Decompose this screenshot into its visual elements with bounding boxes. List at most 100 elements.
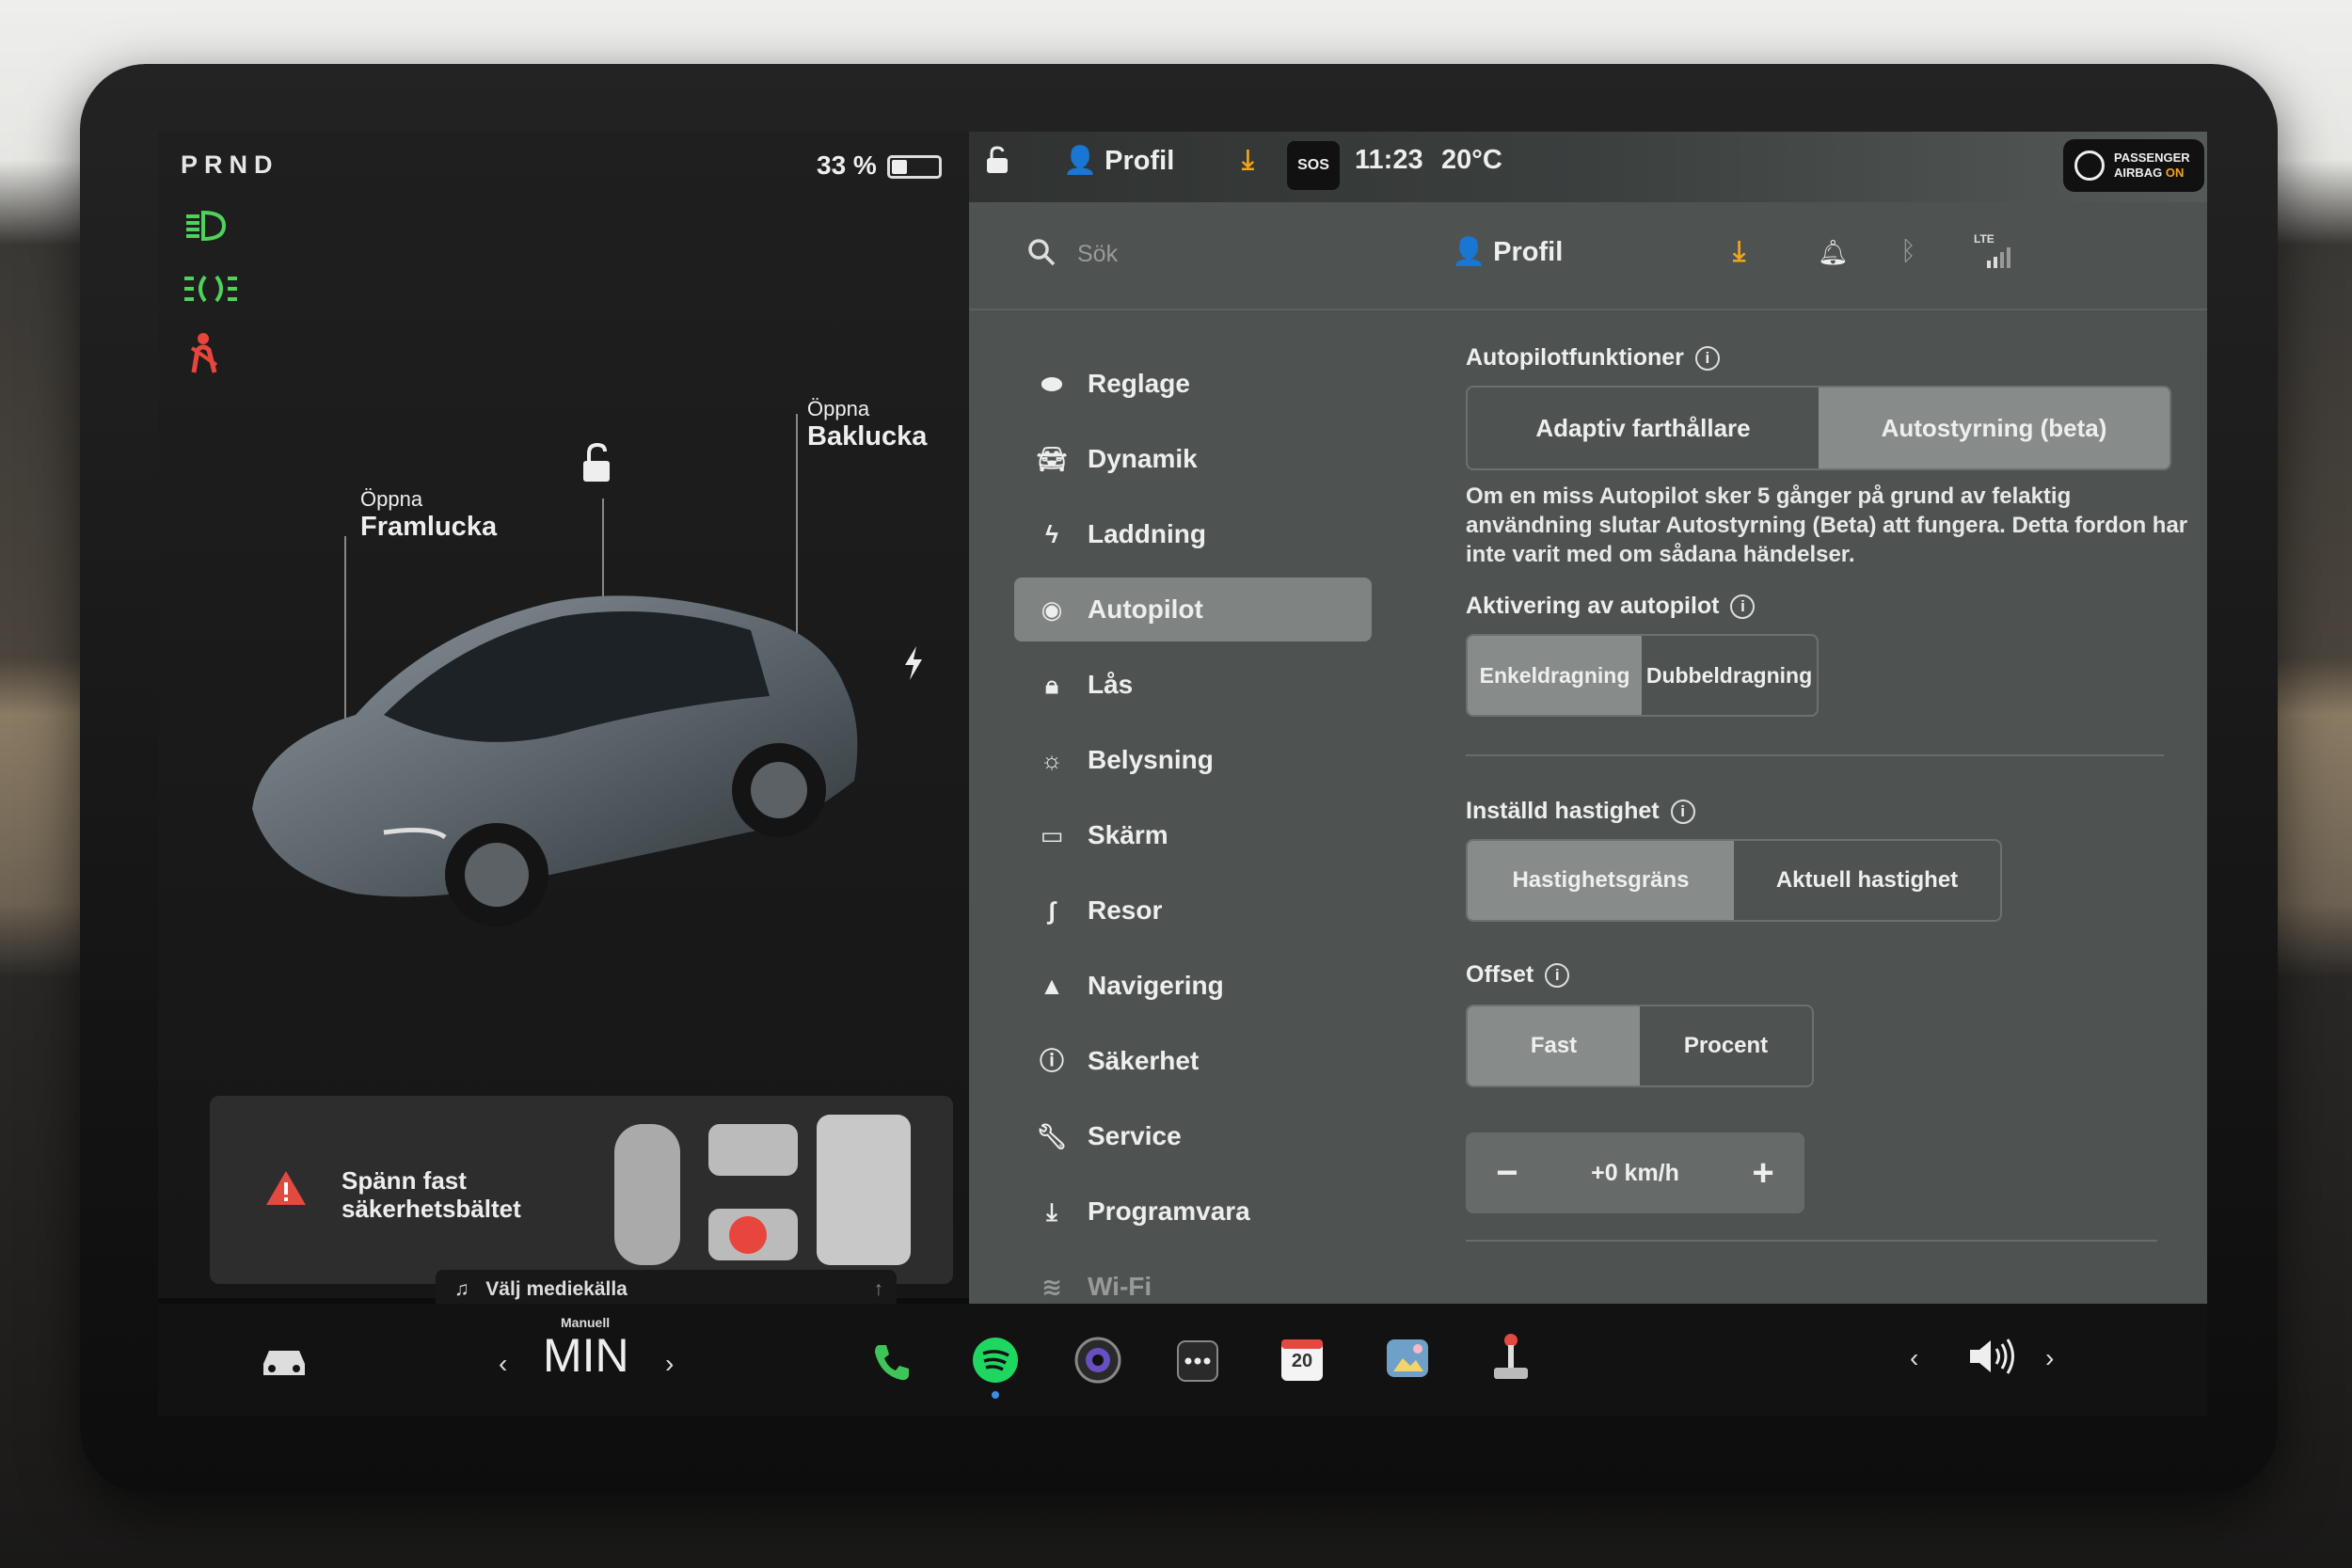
car-status-panel: PRND 33 % Öppna Framlucka Öppna Baklucka [158, 132, 969, 1309]
wrench-icon: 🔧︎ [1036, 1122, 1068, 1150]
option-fixed[interactable]: Fast [1468, 1006, 1640, 1085]
menu-item-reglage[interactable]: ⬬ Reglage [1014, 346, 1372, 421]
camera-icon[interactable] [1074, 1337, 1121, 1388]
info-icon[interactable]: i [1545, 963, 1570, 988]
phone-icon[interactable] [871, 1341, 913, 1387]
chevron-right-icon[interactable]: › [665, 1349, 674, 1379]
chevron-right-icon[interactable]: › [2045, 1343, 2054, 1373]
section-divider [1466, 1240, 2157, 1242]
download-icon: ⤓ [1046, 1197, 1057, 1226]
seatbelt-alert-card: Spänn fast säkerhetsbältet [210, 1096, 953, 1284]
offset-value: +0 km/h [1591, 1160, 1679, 1186]
software-download-icon[interactable]: ⤓ [1242, 145, 1254, 176]
menu-item-programvara[interactable]: ⤓ Programvara [1014, 1174, 1372, 1249]
option-autosteer[interactable]: Autostyrning (beta) [1819, 388, 2169, 468]
active-app-dot [992, 1391, 999, 1399]
option-double-pull[interactable]: Dubbeldragning [1642, 636, 1817, 715]
status-bar: 👤 Profil ⤓ SOS 11:23 20°C PASSENGER AIRB… [969, 132, 2207, 202]
outside-temperature: 20°C [1441, 145, 1502, 175]
sos-button[interactable]: SOS [1287, 141, 1340, 190]
menu-item-label: Wi-Fi [1088, 1272, 1152, 1301]
menu-item-label: Laddning [1088, 519, 1206, 548]
menu-item-label: Lås [1088, 670, 1134, 699]
display-icon: ▭ [1040, 821, 1064, 849]
info-icon[interactable]: i [1694, 346, 1720, 371]
seatbelt-warning-icon [183, 331, 224, 385]
menu-item-label: Säkerhet [1088, 1046, 1200, 1075]
menu-item-navigering[interactable]: ▲ Navigering [1014, 948, 1372, 1023]
profile-button[interactable]: 👤 Profil [1063, 145, 1174, 177]
increase-offset-button[interactable]: + [1735, 1132, 1791, 1213]
menu-item-sk-rm[interactable]: ▭ Skärm [1014, 798, 1372, 873]
offset-selector: Fast Procent [1466, 1005, 1814, 1087]
menu-item-label: Belysning [1088, 745, 1214, 774]
menu-item-laddning[interactable]: ϟ Laddning [1014, 497, 1372, 572]
joystick-icon[interactable] [1490, 1332, 1532, 1387]
airbag-icon [2074, 150, 2105, 181]
climate-temperature[interactable]: MIN [543, 1328, 629, 1383]
clock: 11:23 [1355, 145, 1423, 175]
search-icon[interactable] [1027, 238, 1056, 271]
seatbelt-alert-text: Spänn fast säkerhetsbältet [342, 1166, 521, 1223]
bluetooth-icon[interactable]: ᛒ [1900, 236, 1916, 266]
menu-item-l-s[interactable]: 🔒︎ Lås [1014, 647, 1372, 722]
volume-icon[interactable] [1966, 1336, 2017, 1382]
decrease-offset-button[interactable]: − [1479, 1132, 1535, 1213]
car-controls-icon[interactable] [258, 1343, 310, 1386]
menu-item-service[interactable]: 🔧︎ Service [1014, 1099, 1372, 1174]
option-single-pull[interactable]: Enkeldragning [1468, 636, 1642, 715]
taskbar: ‹ Manuell MIN › 20 ‹ › [158, 1304, 2207, 1417]
info-icon[interactable]: i [1670, 800, 1695, 824]
signal-icon [1985, 245, 2013, 273]
profile-menu-button[interactable]: 👤 Profil [1452, 236, 1563, 268]
unlock-icon[interactable] [578, 442, 615, 488]
toybox-icon[interactable] [1384, 1334, 1431, 1386]
safety-icon: ⓘ [1039, 1047, 1064, 1075]
menu-item-label: Skärm [1088, 820, 1168, 849]
calendar-day: 20 [1291, 1351, 1313, 1371]
settings-panel: 👤 Profil ⤓ SOS 11:23 20°C PASSENGER AIRB… [969, 132, 2207, 1307]
parking-lights-icon [183, 273, 239, 313]
trunk-open-button[interactable]: Öppna Baklucka [807, 397, 927, 452]
person-icon: 👤 [1063, 146, 1098, 176]
menu-item-resor[interactable]: ∫ Resor [1014, 873, 1372, 948]
option-adaptive-cruise[interactable]: Adaptiv farthållare [1468, 388, 1819, 468]
spotify-icon[interactable] [972, 1337, 1019, 1388]
chevron-left-icon[interactable]: ‹ [499, 1349, 507, 1379]
download-icon[interactable]: ⤓ [1733, 236, 1745, 268]
info-icon[interactable]: i [1730, 594, 1756, 619]
menu-item-dynamik[interactable]: 🚘︎ Dynamik [1014, 421, 1372, 497]
menu-item-label: Service [1088, 1121, 1182, 1150]
menu-item-label: Autopilot [1088, 594, 1203, 624]
option-current-speed[interactable]: Aktuell hastighet [1734, 841, 2000, 920]
music-note-icon: ♫ [454, 1278, 469, 1300]
lock-status-icon[interactable] [984, 145, 1012, 182]
touchscreen: PRND 33 % Öppna Framlucka Öppna Baklucka [158, 132, 2207, 1417]
option-percent[interactable]: Procent [1640, 1006, 1812, 1085]
person-icon: 👤 [1452, 237, 1486, 267]
gear-indicator: PRND [181, 150, 279, 179]
calendar-icon[interactable]: 20 [1279, 1336, 1325, 1387]
activation-title: Aktivering av autopilot i [1466, 593, 1756, 620]
menu-item-label: Dynamik [1088, 444, 1198, 473]
option-speed-limit[interactable]: Hastighetsgräns [1468, 841, 1734, 920]
menu-item-belysning[interactable]: ☼ Belysning [1014, 722, 1372, 798]
passenger-airbag-status: PASSENGER AIRBAG ON [2063, 139, 2204, 192]
menu-item-label: Resor [1088, 895, 1163, 925]
offset-stepper: − +0 km/h + [1466, 1132, 1804, 1213]
menu-item-autopilot[interactable]: ◉ Autopilot [1014, 578, 1372, 641]
trips-icon: ∫ [1048, 896, 1056, 925]
bell-icon[interactable]: 🔔︎ [1818, 238, 1849, 267]
sun-icon: ☼ [1041, 746, 1063, 774]
more-apps-icon[interactable] [1176, 1339, 1219, 1387]
car-model-image [252, 595, 858, 927]
seat-map-image [614, 1115, 911, 1265]
bolt-icon: ϟ [1045, 520, 1058, 548]
toggle-icon: ⬬ [1041, 370, 1063, 398]
menu-item-s-kerhet[interactable]: ⓘ Säkerhet [1014, 1023, 1372, 1099]
search-input[interactable]: Sök [1077, 241, 1118, 268]
chevron-left-icon[interactable]: ‹ [1910, 1343, 1918, 1373]
frunk-open-button[interactable]: Öppna Framlucka [360, 487, 497, 543]
steering-wheel-icon: ◉ [1041, 595, 1063, 624]
autopilot-features-title: Autopilotfunktioner i [1466, 344, 1720, 372]
